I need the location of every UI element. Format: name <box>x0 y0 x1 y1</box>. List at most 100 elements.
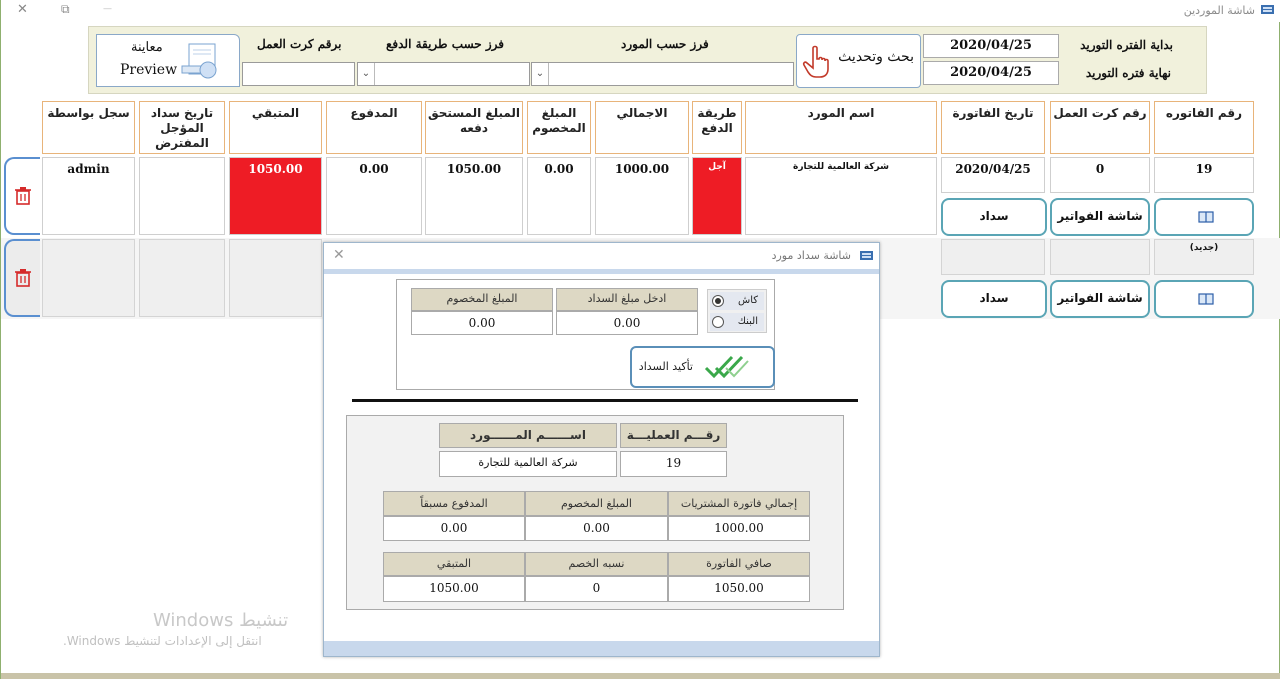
operation-no-value: 19 <box>620 451 727 477</box>
header-work-card: رقم كرت العمل <box>1050 101 1150 154</box>
net-invoice-value: 1050.00 <box>668 576 810 602</box>
row1-pay-button[interactable]: سداد <box>941 198 1047 236</box>
certificate-icon <box>181 43 217 79</box>
chevron-down-icon: ⌄ <box>358 63 375 85</box>
purchase-total-label: إجمالي فاتورة المشتريات <box>668 491 810 516</box>
header-discount: المبلغ المخصوم <box>527 101 591 154</box>
preview-label-en: Preview <box>120 62 178 78</box>
row2-recorded-by <box>42 239 135 317</box>
net-invoice-label: صافي الفاتورة <box>668 552 810 576</box>
minimize-window-button[interactable]: — <box>103 4 112 14</box>
checkmark-icon <box>704 355 749 379</box>
row1-total: 1000.00 <box>595 157 689 235</box>
dialog-bottom-strip <box>324 641 879 656</box>
delete-row-button[interactable] <box>4 239 40 317</box>
book-icon <box>1198 293 1214 305</box>
header-remaining: المتبقي <box>229 101 322 154</box>
row1-payment-method: آجل <box>692 157 742 235</box>
discount-input[interactable]: 0.00 <box>411 311 553 335</box>
row1-supplier: شركة العالمية للتجارة <box>745 157 937 235</box>
row1-due-amount: 1050.00 <box>425 157 523 235</box>
dialog-title-bar: ✕ شاشة سداد مورد <box>324 243 879 269</box>
prepaid-label: المدفوع مسبقاً <box>383 491 525 516</box>
row1-discount: 0.00 <box>527 157 591 235</box>
header-recorded-by: سجل بواسطة <box>42 101 135 154</box>
delete-row-button[interactable] <box>4 157 40 235</box>
header-total: الاجمالي <box>595 101 689 154</box>
header-supplier: اسم المورد <box>745 101 937 154</box>
activation-watermark-subtitle: انتقل إلى الإعدادات لتنشيط Windows. <box>63 634 262 648</box>
hand-pointer-icon <box>802 45 829 78</box>
header-invoice-date: تاريخ الفاتورة <box>941 101 1045 154</box>
payment-method-dropdown[interactable]: ⌄ <box>357 62 530 86</box>
period-end-input[interactable]: 2020/04/25 <box>923 61 1059 85</box>
dialog-title: شاشة سداد مورد <box>771 249 851 262</box>
search-refresh-button[interactable]: بحث وتحديث <box>796 34 921 88</box>
row2-pay-button[interactable]: سداد <box>941 280 1047 318</box>
row2-deferred-date <box>139 239 225 317</box>
enter-amount-label: ادخل مبلغ السداد <box>556 288 698 311</box>
separator-line <box>352 399 858 402</box>
row1-recorded-by: admin <box>42 157 135 235</box>
row1-invoice-date: 2020/04/25 <box>941 157 1045 193</box>
discount-label: المبلغ المخصوم <box>411 288 553 311</box>
book-icon <box>1198 211 1214 223</box>
row1-invoices-button[interactable]: شاشة الفواتير <box>1050 198 1150 236</box>
sort-supplier-label: فرز حسب المورد <box>621 37 709 51</box>
activation-watermark-title: تنشيط Windows <box>153 610 289 631</box>
row1-deferred-date <box>139 157 225 235</box>
title-bar: ✕ ⧉ — شاشة الموردين <box>1 0 1280 22</box>
cash-radio[interactable] <box>712 295 724 307</box>
suppliers-window: ✕ ⧉ — شاشة الموردين بداية الفتره التوريد… <box>0 0 1280 679</box>
status-bar <box>1 673 1280 679</box>
bank-option[interactable]: البنك <box>710 313 764 331</box>
supplier-payment-dialog: ✕ شاشة سداد مورد كاش البنك ادخل مبلغ الس… <box>323 242 880 657</box>
trash-icon <box>15 269 31 287</box>
restore-window-button[interactable]: ⧉ <box>61 2 70 17</box>
row2-invoices-button[interactable]: شاشة الفواتير <box>1050 280 1150 318</box>
discount-rate-label: نسبه الخصم <box>525 552 668 576</box>
row1-book-button[interactable] <box>1154 198 1254 236</box>
bank-radio[interactable] <box>712 316 724 328</box>
search-refresh-label: بحث وتحديث <box>838 49 914 65</box>
row1-paid: 0.00 <box>326 157 422 235</box>
row2-remaining <box>229 239 322 317</box>
window-title: شاشة الموردين <box>1183 4 1255 17</box>
preview-label-ar: معاينة <box>131 40 163 55</box>
enter-amount-input[interactable]: 0.00 <box>556 311 698 335</box>
radio-dot <box>715 298 721 304</box>
app-icon <box>1261 5 1274 14</box>
row2-invoice-no: (جديد) <box>1154 239 1254 275</box>
remaining-value: 1050.00 <box>383 576 525 602</box>
operation-no-label: رقـــم العمليـــة <box>620 423 727 448</box>
chevron-down-icon: ⌄ <box>532 63 549 85</box>
payment-entry-group: كاش البنك ادخل مبلغ السداد 0.00 المبلغ ا… <box>396 279 775 390</box>
header-invoice-no: رقم الفاتوره <box>1154 101 1254 154</box>
row1-work-card: 0 <box>1050 157 1150 193</box>
cash-label: كاش <box>737 295 758 306</box>
supplier-dropdown[interactable]: ⌄ <box>531 62 794 86</box>
discounted-label: المبلغ المخصوم <box>525 491 668 516</box>
filter-panel: بداية الفتره التوريد نهاية فتره التوريد … <box>88 26 1207 94</box>
confirm-payment-button[interactable]: تأكيد السداد <box>630 346 775 388</box>
period-start-label: بداية الفتره التوريد <box>1080 38 1173 52</box>
period-end-label: نهاية فتره التوريد <box>1085 66 1171 80</box>
payment-type-group: كاش البنك <box>707 289 767 333</box>
row2-book-button[interactable] <box>1154 280 1254 318</box>
dialog-close-button[interactable]: ✕ <box>333 247 345 263</box>
worker-card-label: برقم كرت العمل <box>257 37 342 51</box>
period-start-input[interactable]: 2020/04/25 <box>923 34 1059 58</box>
cash-option[interactable]: كاش <box>710 292 764 310</box>
purchase-total-value: 1000.00 <box>668 516 810 541</box>
close-window-button[interactable]: ✕ <box>17 2 28 17</box>
discount-rate-value: 0 <box>525 576 668 602</box>
row1-invoice-no: 19 <box>1154 157 1254 193</box>
header-due-amount: المبلغ المستحق دفعه <box>425 101 523 154</box>
discounted-value: 0.00 <box>525 516 668 541</box>
remaining-label: المتبقي <box>383 552 525 576</box>
preview-button[interactable]: معاينة Preview <box>96 34 240 87</box>
header-deferred-date: تاريخ سداد المؤجل المفترض <box>139 101 225 154</box>
supplier-name-label: اســــــم المــــــورد <box>439 423 617 448</box>
worker-card-input[interactable] <box>242 62 355 86</box>
row1-remaining: 1050.00 <box>229 157 322 235</box>
